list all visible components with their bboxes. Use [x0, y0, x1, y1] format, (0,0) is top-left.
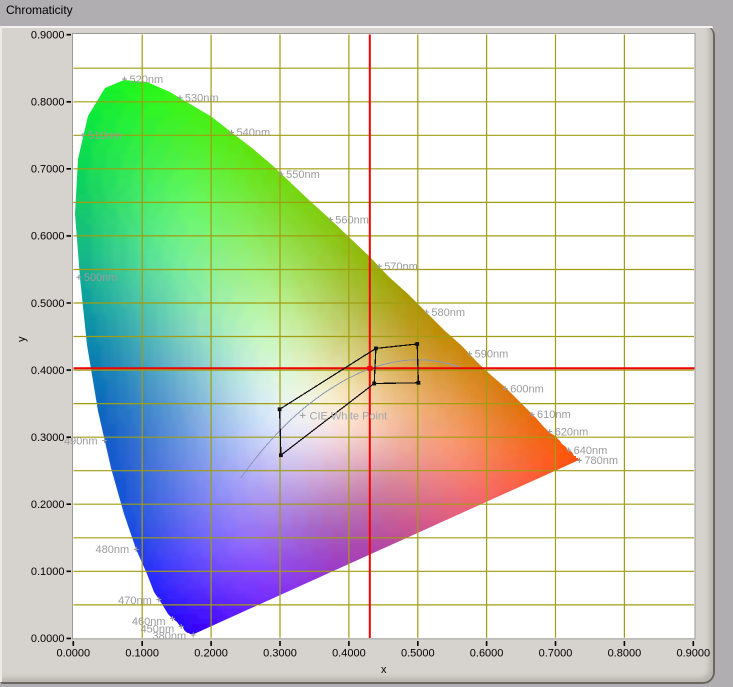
svg-text:0.9000: 0.9000	[31, 30, 65, 42]
svg-text:0.5000: 0.5000	[401, 648, 435, 660]
svg-text:550nm: 550nm	[286, 169, 320, 181]
svg-text:520nm: 520nm	[130, 74, 164, 86]
svg-text:460nm: 460nm	[132, 616, 166, 628]
svg-text:0.8000: 0.8000	[31, 97, 65, 109]
svg-text:580nm: 580nm	[431, 307, 465, 319]
svg-text:0.1000: 0.1000	[125, 648, 159, 660]
svg-text:0.7000: 0.7000	[31, 164, 65, 176]
svg-text:610nm: 610nm	[537, 409, 571, 421]
svg-text:0.1000: 0.1000	[31, 566, 65, 578]
svg-text:0.4000: 0.4000	[31, 365, 65, 377]
svg-text:0.2000: 0.2000	[194, 648, 228, 660]
svg-text:0.0000: 0.0000	[56, 648, 90, 660]
svg-text:0.8000: 0.8000	[608, 648, 642, 660]
svg-text:560nm: 560nm	[335, 214, 369, 226]
svg-text:530nm: 530nm	[185, 93, 219, 105]
svg-text:540nm: 540nm	[237, 127, 271, 139]
svg-text:480nm: 480nm	[96, 544, 130, 556]
svg-text:470nm: 470nm	[118, 595, 152, 607]
svg-text:x: x	[381, 664, 387, 676]
svg-text:0.3000: 0.3000	[31, 432, 65, 444]
svg-text:0.6000: 0.6000	[470, 648, 504, 660]
svg-text:590nm: 590nm	[475, 349, 509, 361]
svg-text:y: y	[16, 336, 28, 342]
svg-text:620nm: 620nm	[555, 426, 589, 438]
svg-text:CIE White Point: CIE White Point	[310, 411, 388, 423]
svg-text:0.5000: 0.5000	[31, 298, 65, 310]
svg-text:600nm: 600nm	[510, 383, 544, 395]
svg-text:0.3000: 0.3000	[263, 648, 297, 660]
svg-text:0.9000: 0.9000	[676, 648, 710, 660]
svg-text:780nm: 780nm	[584, 455, 618, 467]
svg-text:570nm: 570nm	[384, 261, 418, 273]
svg-text:0.2000: 0.2000	[31, 499, 65, 511]
svg-text:500nm: 500nm	[84, 272, 118, 284]
svg-text:510nm: 510nm	[88, 130, 122, 142]
svg-text:0.4000: 0.4000	[332, 648, 366, 660]
svg-text:0.6000: 0.6000	[31, 231, 65, 243]
svg-text:0.0000: 0.0000	[31, 633, 65, 645]
svg-text:0.7000: 0.7000	[539, 648, 573, 660]
